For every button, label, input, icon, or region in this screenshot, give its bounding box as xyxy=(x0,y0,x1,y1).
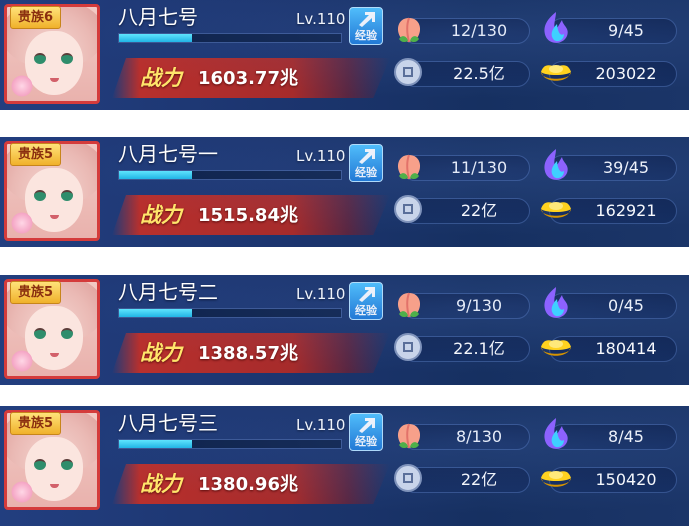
gold-ingot-icon xyxy=(541,471,571,487)
spirit-flame-icon xyxy=(544,418,568,449)
silver-coin-icon xyxy=(394,464,422,492)
power-label: 战力 xyxy=(140,66,182,90)
character-name: 八月七号三 xyxy=(118,411,218,435)
exp-button[interactable]: 经验 xyxy=(349,413,383,451)
exp-up-arrow-icon xyxy=(359,287,375,302)
power-value: 1388.57兆 xyxy=(198,343,298,364)
gold-ingot-icon xyxy=(541,65,571,81)
character-card-2[interactable]: 贵族5 八月七号二 Lv.110 经验 战力 1388.57兆 9/130 0/… xyxy=(0,275,689,385)
noble-badge: 贵族5 xyxy=(10,143,62,166)
peach-icon xyxy=(397,154,421,180)
exp-bar xyxy=(118,308,342,318)
peach-icon xyxy=(397,17,421,43)
silver-coin-icon xyxy=(394,333,422,361)
exp-up-arrow-icon xyxy=(359,149,375,164)
noble-badge: 贵族6 xyxy=(10,6,62,29)
level-text: Lv.110 xyxy=(296,285,346,303)
exp-button-label: 经验 xyxy=(355,435,377,448)
character-card-0[interactable]: 贵族6 八月七号 Lv.110 经验 战力 1603.77兆 12/130 9/… xyxy=(0,0,689,110)
flower-decoration xyxy=(9,212,35,234)
peach-icon xyxy=(397,423,421,449)
exp-up-arrow-icon xyxy=(359,12,375,27)
character-card-1[interactable]: 贵族5 八月七号一 Lv.110 经验 战力 1515.84兆 11/130 3… xyxy=(0,137,689,247)
level-text: Lv.110 xyxy=(296,416,346,434)
level-text: Lv.110 xyxy=(296,147,346,165)
peach-icon xyxy=(397,292,421,318)
noble-badge: 贵族5 xyxy=(10,412,62,435)
spirit-flame-icon xyxy=(544,149,568,180)
flower-decoration xyxy=(9,350,35,372)
exp-button-label: 经验 xyxy=(355,29,377,42)
exp-button[interactable]: 经验 xyxy=(349,144,383,182)
exp-button-label: 经验 xyxy=(355,166,377,179)
character-card-3[interactable]: 贵族5 八月七号三 Lv.110 经验 战力 1380.96兆 8/130 8/… xyxy=(0,406,689,526)
exp-bar xyxy=(118,439,342,449)
flower-decoration xyxy=(9,481,35,503)
character-name: 八月七号一 xyxy=(118,142,218,166)
flower-decoration xyxy=(9,75,35,97)
power-label: 战力 xyxy=(140,203,182,227)
exp-button[interactable]: 经验 xyxy=(349,7,383,45)
character-name: 八月七号 xyxy=(118,5,198,29)
spirit-flame-icon xyxy=(544,12,568,43)
silver-coin-icon xyxy=(394,58,422,86)
level-text: Lv.110 xyxy=(296,10,346,28)
exp-button-label: 经验 xyxy=(355,304,377,317)
exp-bar xyxy=(118,170,342,180)
noble-badge: 贵族5 xyxy=(10,281,62,304)
exp-bar xyxy=(118,33,342,43)
gold-ingot-icon xyxy=(541,202,571,218)
power-value: 1515.84兆 xyxy=(198,205,298,226)
power-label: 战力 xyxy=(140,472,182,496)
character-name: 八月七号二 xyxy=(118,280,218,304)
spirit-flame-icon xyxy=(544,287,568,318)
exp-up-arrow-icon xyxy=(359,418,375,433)
power-label: 战力 xyxy=(140,341,182,365)
silver-coin-icon xyxy=(394,195,422,223)
gold-ingot-icon xyxy=(541,340,571,356)
power-value: 1380.96兆 xyxy=(198,474,298,495)
exp-button[interactable]: 经验 xyxy=(349,282,383,320)
power-value: 1603.77兆 xyxy=(198,68,298,89)
